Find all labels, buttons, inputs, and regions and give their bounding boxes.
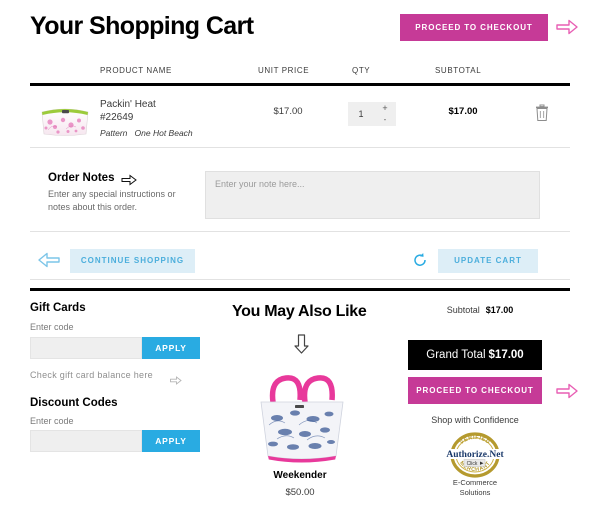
product-sku: #22649 <box>100 112 134 123</box>
subtotal-row: Subtotal $17.00 <box>410 305 550 315</box>
subtotal-label: Subtotal <box>446 305 480 315</box>
gift-card-code-input[interactable] <box>30 337 142 359</box>
arrow-down-icon <box>294 334 309 354</box>
seal-brand-text: Authorize.Net <box>446 450 504 460</box>
grand-total-value: $17.00 <box>488 349 524 361</box>
subtotal-value: $17.00 <box>485 305 514 315</box>
arrow-right-icon <box>556 383 578 399</box>
upsell-product-image[interactable] <box>243 362 359 466</box>
refresh-icon[interactable] <box>412 252 428 268</box>
cart-table: PRODUCT NAME UNIT PRICE QTY SUBTOTAL Pac… <box>30 62 570 148</box>
quantity-decrease-button[interactable]: - <box>374 114 396 126</box>
table-header-row: PRODUCT NAME UNIT PRICE QTY SUBTOTAL <box>30 62 570 86</box>
gift-cards-title: Gift Cards <box>30 302 86 314</box>
trash-icon[interactable] <box>534 104 550 122</box>
grand-total-bar: Grand Total $17.00 <box>408 340 542 370</box>
product-attribute: Pattern One Hot Beach <box>100 128 193 138</box>
quantity-increase-button[interactable]: + <box>374 102 396 114</box>
order-notes-input[interactable] <box>205 171 540 219</box>
column-header-subtotal: SUBTOTAL <box>435 66 482 75</box>
page-title: Your Shopping Cart <box>30 12 254 40</box>
page-header: Your Shopping Cart PROCEED TO CHECKOUT <box>0 0 600 54</box>
gift-card-apply-button[interactable]: APPLY <box>142 337 200 359</box>
seal-click-text: Click <box>467 461 478 467</box>
cart-actions: CONTINUE SHOPPING UPDATE CART <box>30 240 570 280</box>
seal-caption-line2: Solutions <box>459 488 491 497</box>
order-notes-section: Order Notes Enter any special instructio… <box>30 166 570 232</box>
upsell-product-name[interactable]: Weekender <box>215 470 385 481</box>
upsell-title: You May Also Like <box>232 303 367 320</box>
check-gift-card-balance-link[interactable]: Check gift card balance here <box>30 370 153 380</box>
seal-caption-line1: E-Commerce <box>452 478 498 487</box>
quantity-stepper: + - <box>348 102 398 126</box>
arrow-right-icon <box>556 19 578 35</box>
arrow-right-icon <box>170 372 182 385</box>
order-notes-description: Enter any special instructions or notes … <box>48 189 176 212</box>
continue-shopping-button[interactable]: CONTINUE SHOPPING <box>70 249 195 273</box>
column-header-qty: QTY <box>352 66 371 75</box>
proceed-to-checkout-button-bottom[interactable]: PROCEED TO CHECKOUT <box>408 377 542 404</box>
shop-with-confidence-label: Shop with Confidence <box>431 415 519 425</box>
discount-codes-label: Enter code <box>30 416 74 426</box>
product-subtotal: $17.00 <box>448 106 478 117</box>
arrow-right-icon <box>121 173 137 186</box>
order-notes-title: Order Notes <box>48 172 115 184</box>
product-name[interactable]: Packin' Heat <box>100 98 156 112</box>
section-divider <box>30 288 570 291</box>
product-attribute-label: Pattern <box>100 128 128 138</box>
proceed-to-checkout-button-top[interactable]: PROCEED TO CHECKOUT <box>400 14 548 41</box>
product-attribute-value: One Hot Beach <box>134 128 193 138</box>
arrow-left-icon <box>38 252 60 268</box>
discount-code-input[interactable] <box>30 430 142 452</box>
upsell-product-price: $50.00 <box>285 487 315 498</box>
grand-total-label: Grand Total <box>426 349 486 361</box>
shopping-cart-page: Your Shopping Cart PROCEED TO CHECKOUT P… <box>0 0 600 507</box>
table-row: Packin' Heat #22649 Pattern One Hot Beac… <box>30 86 570 148</box>
column-header-product-name: PRODUCT NAME <box>100 66 172 75</box>
gift-cards-label: Enter code <box>30 322 74 332</box>
discount-code-apply-button[interactable]: APPLY <box>142 430 200 452</box>
column-header-unit-price: UNIT PRICE <box>258 66 310 75</box>
authorize-net-seal-icon[interactable]: VERIFIED MERCHANT Authorize.Net Click <box>437 432 513 478</box>
product-unit-price: $17.00 <box>273 106 303 117</box>
discount-codes-title: Discount Codes <box>30 397 118 409</box>
product-thumbnail[interactable] <box>38 98 92 138</box>
seal-caption: E-Commerce Solutions <box>408 478 542 498</box>
update-cart-button[interactable]: UPDATE CART <box>438 249 538 273</box>
quantity-input[interactable] <box>348 102 374 126</box>
